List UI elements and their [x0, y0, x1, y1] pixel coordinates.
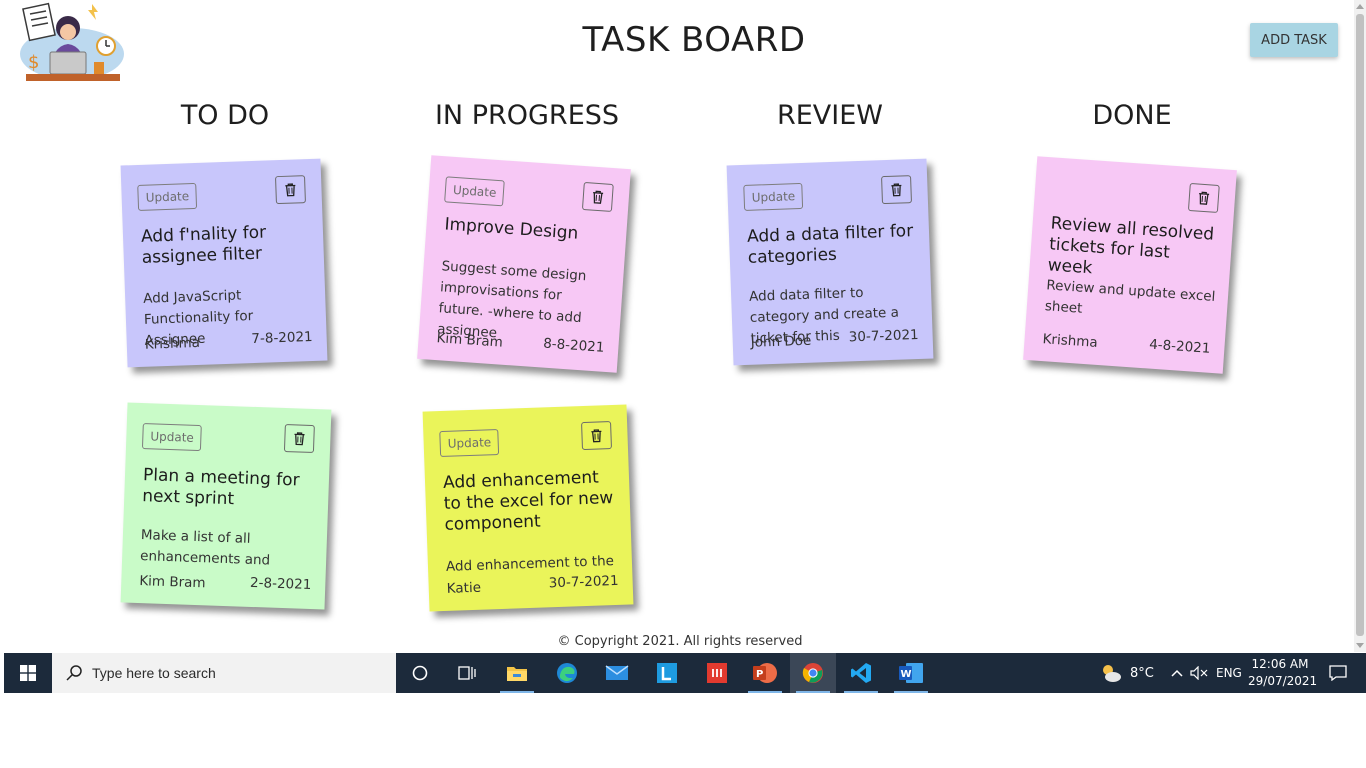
note-assignee: John Doe	[750, 332, 812, 351]
notification-center-button[interactable]	[1322, 653, 1354, 693]
start-button[interactable]	[4, 653, 52, 693]
windows-logo-icon	[20, 665, 36, 681]
note-date: 8-8-2021	[542, 335, 605, 356]
chrome-icon	[802, 663, 823, 683]
taskbar-app-l[interactable]	[644, 653, 690, 693]
note-date: 2-8-2021	[249, 574, 312, 594]
delete-button[interactable]	[283, 424, 315, 454]
scroll-up-arrow-icon[interactable]	[1356, 4, 1364, 9]
note-assignee: Krishma	[144, 334, 201, 353]
clock-time: 12:06 AM	[1251, 657, 1309, 671]
note-date: 30-7-2021	[548, 572, 619, 592]
mail-icon	[605, 665, 629, 680]
page-title: TASK BOARD	[582, 20, 806, 60]
taskbar-app-red[interactable]	[694, 653, 740, 693]
column-title-todo: TO DO	[180, 100, 270, 131]
trash-icon	[294, 432, 305, 446]
taskbar-vscode[interactable]	[838, 653, 884, 693]
task-note: Update Plan a meeting for next sprint Ma…	[120, 402, 332, 610]
volume-button[interactable]	[1188, 653, 1210, 693]
notification-icon	[1329, 665, 1347, 681]
scroll-down-arrow-icon[interactable]	[1356, 643, 1364, 648]
update-button[interactable]: Update	[439, 428, 500, 458]
column-title-done: DONE	[1092, 100, 1172, 131]
weather-widget[interactable]	[1096, 653, 1126, 693]
task-note: Update Add f'nality for assignee filter …	[120, 158, 328, 368]
task-note: Update Add a data filter for categories …	[726, 158, 934, 366]
powerpoint-icon: P	[753, 663, 777, 683]
note-description: Make a list of all enhancements and	[139, 527, 271, 569]
taskbar-word[interactable]: W	[888, 653, 934, 693]
note-assignee: Kim Bram	[436, 330, 504, 351]
search-icon	[66, 665, 82, 681]
note-title: Plan a meeting for next sprint	[141, 465, 300, 510]
note-assignee: Krishma	[1042, 331, 1099, 351]
clock-date: 29/07/2021	[1248, 674, 1318, 688]
note-title: Add a data filter for categories	[746, 221, 914, 268]
taskbar-edge[interactable]	[544, 653, 590, 693]
trash-icon	[591, 429, 602, 443]
l-app-icon	[657, 663, 677, 683]
task-view-icon	[458, 666, 476, 680]
task-note: Update Add enhancement to the excel for …	[422, 404, 634, 612]
task-note: Review all resolved tickets for last wee…	[1023, 156, 1237, 374]
trash-icon	[285, 183, 296, 197]
update-button[interactable]: Update	[743, 182, 804, 211]
task-note: Update Improve Design Suggest some desig…	[417, 155, 631, 373]
chevron-up-icon	[1171, 669, 1183, 677]
copyright-footer: © Copyright 2021. All rights reserved	[557, 634, 803, 649]
delete-button[interactable]	[1187, 182, 1220, 214]
show-hidden-icons-button[interactable]	[1168, 653, 1186, 693]
folder-icon	[507, 667, 527, 681]
search-placeholder: Type here to search	[92, 665, 216, 681]
weather-partly-cloudy-icon	[1103, 665, 1121, 682]
note-date: 30-7-2021	[848, 326, 919, 346]
taskbar-mail[interactable]	[594, 653, 640, 693]
note-title: Add enhancement to the excel for new com…	[442, 467, 614, 535]
windows-taskbar: Type here to search P W 8°C ENG 12:06 AM…	[4, 653, 1366, 693]
scrollbar-thumb[interactable]	[1356, 14, 1364, 636]
weather-temperature: 8°C	[1130, 665, 1154, 681]
word-icon: W	[899, 663, 923, 683]
cortana-button[interactable]	[398, 653, 442, 693]
taskbar-search-box[interactable]: Type here to search	[52, 653, 396, 693]
trash-icon	[1199, 191, 1210, 205]
note-assignee: Katie	[446, 579, 482, 597]
task-board-page: $ TASK BOARD ADD TASK TO DO IN PROGRESS …	[0, 0, 1354, 652]
taskbar-powerpoint[interactable]: P	[742, 653, 788, 693]
note-title: Improve Design	[443, 214, 579, 244]
update-button[interactable]: Update	[137, 182, 198, 211]
red-app-icon	[707, 663, 727, 683]
note-date: 7-8-2021	[251, 328, 313, 348]
task-view-button[interactable]	[444, 653, 490, 693]
trash-icon	[593, 190, 604, 204]
edge-browser-icon	[557, 663, 577, 683]
note-assignee: Kim Bram	[139, 573, 206, 592]
delete-button[interactable]	[881, 175, 912, 205]
note-date: 4-8-2021	[1148, 336, 1211, 357]
cortana-circle-icon	[412, 665, 428, 681]
page-scrollbar[interactable]	[1354, 0, 1366, 652]
delete-button[interactable]	[275, 175, 306, 205]
update-button[interactable]: Update	[444, 176, 506, 207]
taskbar-chrome[interactable]	[790, 653, 836, 693]
column-title-in-progress: IN PROGRESS	[434, 100, 620, 131]
delete-button[interactable]	[581, 421, 612, 451]
delete-button[interactable]	[581, 181, 614, 213]
svg-text:P: P	[756, 669, 763, 680]
taskbar-clock[interactable]: 12:06 AM 29/07/2021	[1248, 656, 1318, 690]
add-task-button[interactable]: ADD TASK	[1250, 23, 1338, 57]
taskbar-file-explorer[interactable]	[494, 653, 540, 693]
note-title: Add f'nality for assignee filter	[140, 222, 267, 268]
column-title-review: REVIEW	[776, 100, 883, 131]
vscode-icon	[851, 663, 871, 683]
svg-text:W: W	[901, 669, 912, 680]
volume-muted-icon	[1190, 666, 1208, 680]
input-language[interactable]: ENG	[1216, 653, 1242, 693]
update-button[interactable]: Update	[141, 423, 203, 452]
trash-icon	[891, 183, 902, 197]
